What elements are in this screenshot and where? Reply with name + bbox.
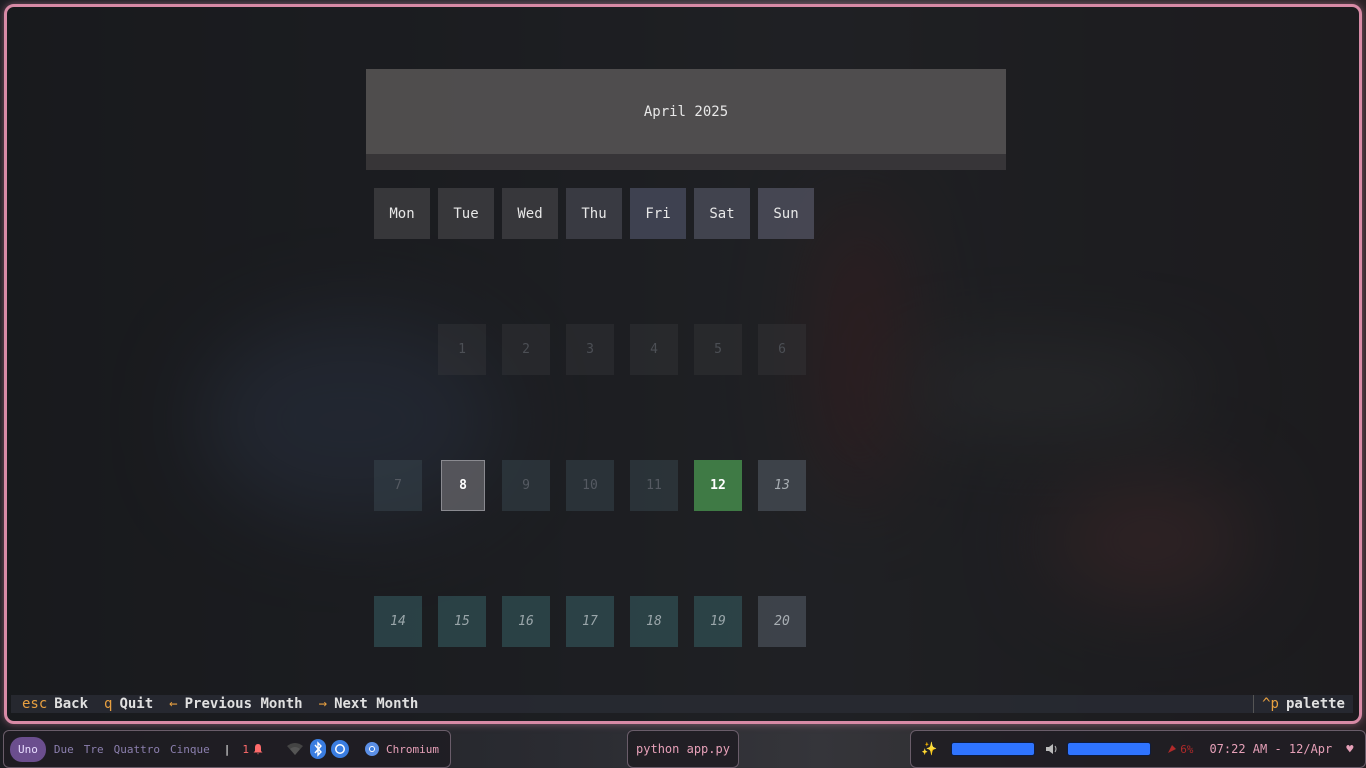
day-cell-3[interactable]: 3 [566, 324, 614, 375]
app-window: April 2025 Mon Tue Wed Thu Fri Sat Sun 1234567… [4, 4, 1362, 724]
binding-key: ← [169, 696, 178, 712]
day-cell-9[interactable]: 9 [502, 460, 550, 511]
brightness-meter[interactable] [951, 742, 1036, 756]
title-strip [366, 154, 1006, 170]
palette-label: palette [1285, 696, 1345, 712]
binding-key: → [318, 696, 328, 712]
weekday-tue: Tue [438, 188, 494, 239]
workspace-uno[interactable]: Uno [10, 736, 46, 762]
binding-label: Previous Month [184, 696, 303, 712]
bluetooth-icon[interactable] [309, 739, 326, 759]
day-cell-6[interactable]: 6 [758, 324, 806, 375]
clock[interactable]: 07:22 AM - 12/Apr [1209, 742, 1332, 756]
weekday-thu: Thu [566, 188, 622, 239]
taskbar-right: ✨ 6% 07:22 AM - 12/Apr ♥ [910, 730, 1366, 768]
binding-label: Quit [119, 696, 154, 712]
day-cell-1[interactable]: 1 [438, 324, 486, 375]
taskbar-left: Uno Due Tre Quattro Cinque | 1 Chromium [3, 730, 451, 768]
day-cell-12[interactable]: 12 [694, 460, 742, 511]
day-cell-16[interactable]: 16 [502, 596, 550, 647]
battery-percent: 6% [1180, 742, 1194, 756]
workspace-due[interactable]: Due [54, 743, 74, 756]
day-cell-2[interactable]: 2 [502, 324, 550, 375]
day-cell-7[interactable]: 7 [374, 460, 422, 511]
app-label[interactable]: Chromium [386, 743, 439, 756]
palette-key: ^p [1262, 696, 1279, 712]
palette-button[interactable]: ^p palette [1253, 695, 1353, 713]
day-cell-11[interactable]: 11 [630, 460, 678, 511]
binding-label: Back [54, 696, 89, 712]
day-cell-5[interactable]: 5 [694, 324, 742, 375]
binding-key: q [104, 696, 113, 712]
binding-key: esc [22, 696, 48, 712]
bell-icon[interactable] [252, 743, 264, 755]
workspace-quattro[interactable]: Quattro [114, 743, 160, 756]
weekday-wed: Wed [502, 188, 558, 239]
chromium-tray-icon[interactable] [330, 739, 350, 759]
day-cell-15[interactable]: 15 [438, 596, 486, 647]
month-title-text: April 2025 [643, 103, 729, 120]
weekday-sun: Sun [758, 188, 814, 239]
volume-icon[interactable] [1045, 743, 1059, 755]
day-cell-17[interactable]: 17 [566, 596, 614, 647]
day-cell-20[interactable]: 20 [758, 596, 806, 647]
day-cell-8[interactable]: 8 [441, 460, 485, 511]
month-title: April 2025 [366, 69, 1006, 154]
binding-previous-month[interactable]: ← Previous Month [169, 696, 318, 712]
battery-icon [1167, 744, 1177, 754]
binding-next-month[interactable]: → Next Month [319, 696, 435, 712]
key-bindings: esc Back q Quit ← Previous Month → Next Month [11, 696, 434, 712]
day-cell-13[interactable]: 13 [758, 460, 806, 511]
workspace-list: Uno Due Tre Quattro Cinque [4, 736, 220, 762]
window-title-text: python app.py [636, 742, 730, 756]
binding-back[interactable]: esc Back [22, 696, 104, 712]
day-cell-14[interactable]: 14 [374, 596, 422, 647]
day-cell-19[interactable]: 19 [694, 596, 742, 647]
binding-quit[interactable]: q Quit [104, 696, 169, 712]
sparkles-icon[interactable]: ✨ [921, 742, 937, 757]
separator: | [223, 742, 231, 756]
weekday-sat: Sat [694, 188, 750, 239]
day-cell-4[interactable]: 4 [630, 324, 678, 375]
day-cell-18[interactable]: 18 [630, 596, 678, 647]
notification-count: 1 [242, 742, 249, 756]
heart-icon[interactable]: ♥ [1346, 742, 1353, 756]
chromium-app-icon[interactable] [364, 741, 380, 757]
footer-bar: esc Back q Quit ← Previous Month → Next Month ^… [11, 695, 1353, 713]
workspace-tre[interactable]: Tre [84, 743, 104, 756]
active-window-title[interactable]: python app.py [627, 730, 739, 768]
volume-meter[interactable] [1067, 742, 1152, 756]
wifi-icon[interactable] [286, 742, 304, 756]
workspace-cinque[interactable]: Cinque [170, 743, 210, 756]
weekday-fri: Fri [630, 188, 686, 239]
day-cell-10[interactable]: 10 [566, 460, 614, 511]
weekday-mon: Mon [374, 188, 430, 239]
binding-label: Next Month [334, 696, 419, 712]
